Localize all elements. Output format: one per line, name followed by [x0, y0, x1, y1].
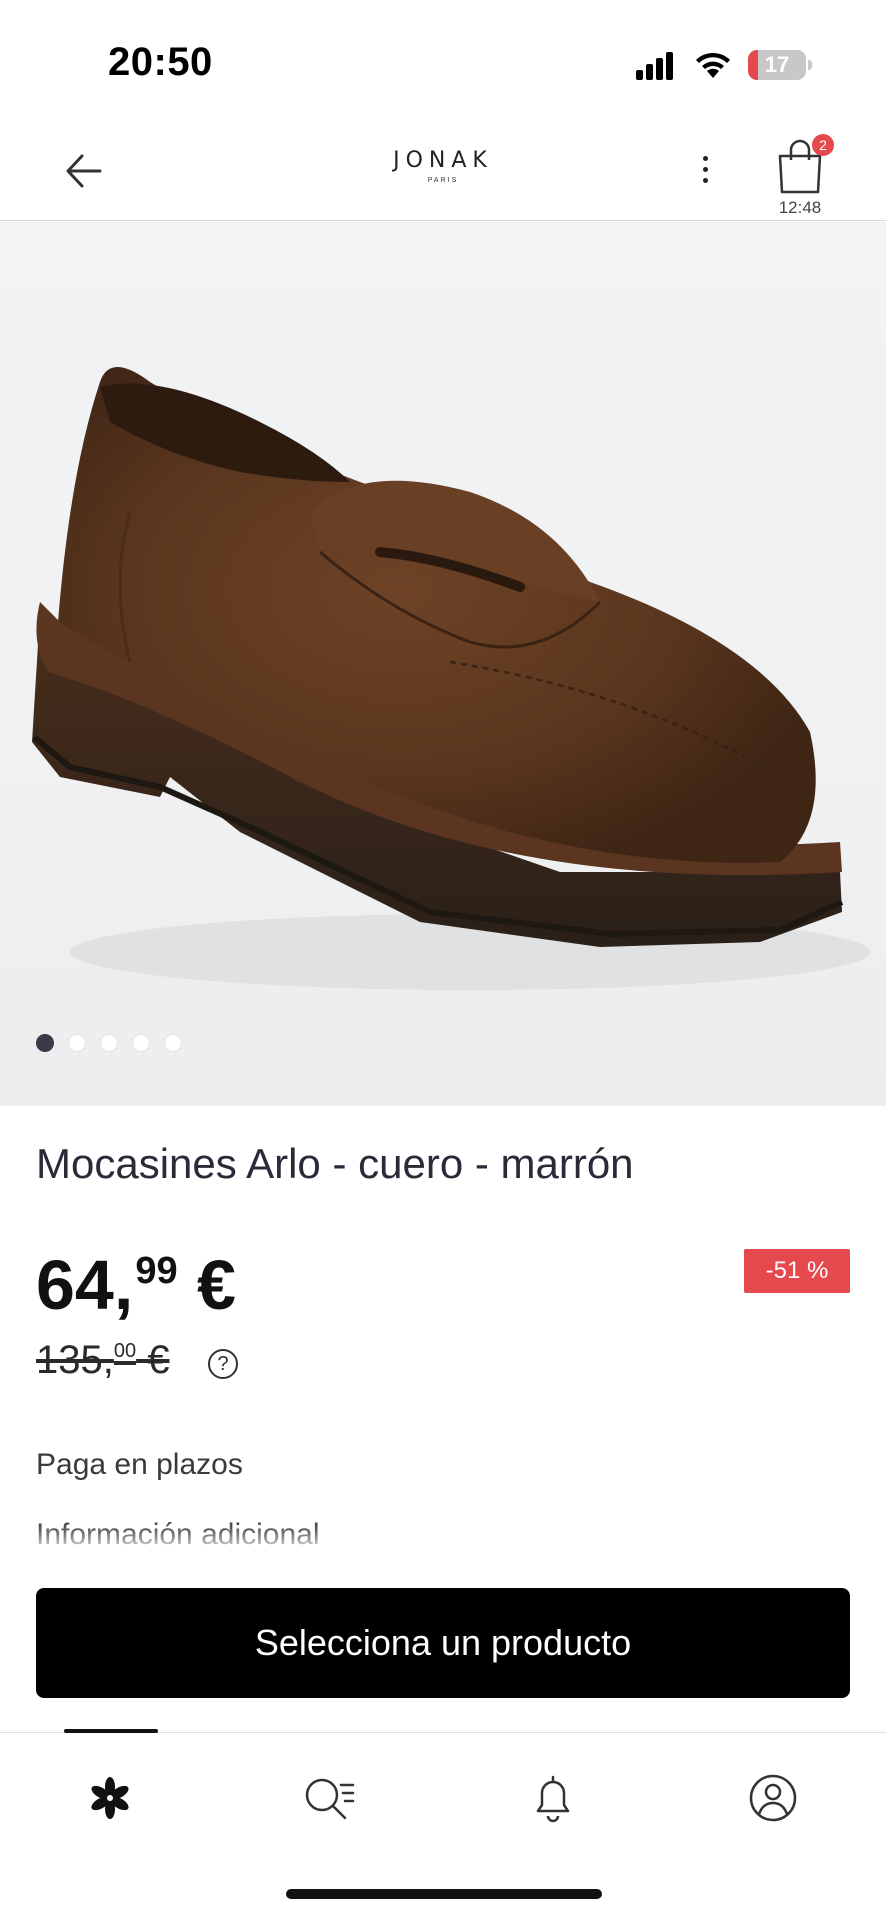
tab-search[interactable]	[295, 1763, 365, 1833]
carousel-dot[interactable]	[164, 1034, 182, 1052]
product-image-carousel[interactable]	[0, 222, 886, 1106]
additional-info-link[interactable]: Información adicional	[36, 1518, 320, 1552]
product-title: Mocasines Arlo - cuero - marrón	[36, 1140, 634, 1187]
status-bar: 20:50 17	[0, 0, 886, 120]
cart-count-badge: 2	[812, 134, 834, 156]
account-icon	[749, 1774, 797, 1822]
home-flower-icon	[91, 1777, 129, 1819]
brand-logo[interactable]: JONAK PARIS	[0, 148, 886, 184]
battery-icon: 17	[748, 50, 812, 80]
product-image	[32, 367, 870, 990]
current-price-decimals: 99	[135, 1250, 178, 1292]
original-price-integer: 135,	[36, 1338, 114, 1382]
original-price: 135,00 €	[36, 1340, 169, 1380]
wifi-icon	[696, 52, 730, 78]
status-time: 20:50	[108, 40, 213, 84]
tab-notifications[interactable]	[518, 1763, 588, 1833]
original-price-decimals: 00	[113, 1340, 137, 1362]
tab-account[interactable]	[738, 1763, 808, 1833]
logo-wordmark: JONAK	[393, 148, 493, 173]
bell-icon	[536, 1775, 570, 1823]
current-price-currency: €	[177, 1246, 236, 1324]
more-vertical-icon	[690, 156, 720, 183]
battery-level: 17	[764, 52, 790, 77]
tab-home[interactable]	[75, 1763, 145, 1833]
more-options-button[interactable]	[690, 150, 720, 194]
price-help-icon[interactable]: ?	[208, 1349, 238, 1379]
carousel-dot[interactable]	[132, 1034, 150, 1052]
logo-subtitle: PARIS	[427, 177, 459, 184]
select-product-button[interactable]: Selecciona un producto	[36, 1588, 850, 1698]
current-price-integer: 64,	[36, 1246, 134, 1324]
home-indicator	[286, 1889, 602, 1899]
discount-badge: -51 %	[744, 1249, 850, 1293]
search-list-icon	[305, 1778, 355, 1820]
current-price: 64,99 €	[36, 1250, 236, 1320]
cellular-signal-icon	[636, 52, 673, 80]
carousel-pagination	[36, 1034, 182, 1052]
active-tab-indicator	[64, 1729, 158, 1733]
cart-button[interactable]: 2 12:48	[774, 134, 854, 217]
carousel-dot[interactable]	[36, 1034, 54, 1052]
cart-timer: 12:48	[778, 198, 822, 217]
pay-in-installments-link[interactable]: Paga en plazos	[36, 1448, 243, 1482]
app-header: JONAK PARIS 2 12:48	[0, 120, 886, 221]
carousel-dot[interactable]	[100, 1034, 118, 1052]
carousel-dot[interactable]	[68, 1034, 86, 1052]
original-price-currency: €	[136, 1338, 170, 1382]
action-area: Selecciona un producto	[0, 1552, 886, 1732]
